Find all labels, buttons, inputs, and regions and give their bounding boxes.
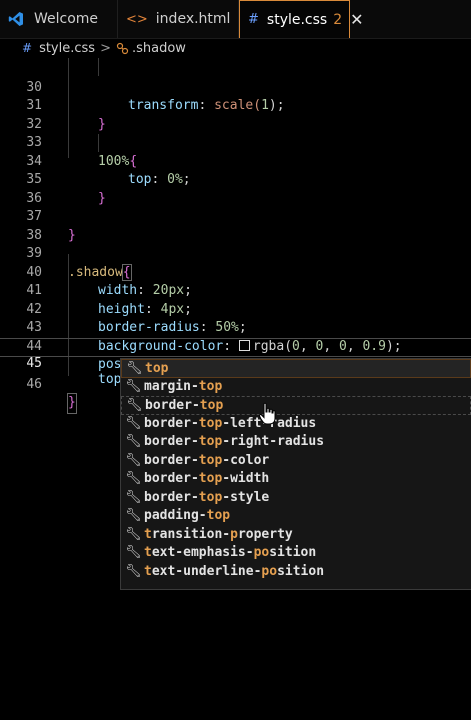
wrench-icon: 🔧︎ (125, 489, 142, 505)
code-line: 40 width: 20px; (26, 264, 192, 299)
vscode-logo-icon (8, 12, 23, 26)
wrench-icon: 🔧︎ (125, 563, 142, 579)
wrench-icon: 🔧︎ (125, 415, 142, 431)
suggestion-item[interactable]: 🔧︎ border-top-right-radius (121, 433, 471, 452)
suggestion-item[interactable]: 🔧︎ text-underline-position (121, 563, 471, 582)
breadcrumb: # style.css > .shadow (0, 38, 471, 58)
wrench-icon: 🔧︎ (125, 452, 142, 468)
wrench-icon: 🔧︎ (125, 471, 142, 486)
code-line: 38 (26, 227, 42, 243)
suggestion-item[interactable]: 🔧︎ transition-property (121, 526, 471, 545)
html-brackets-icon: <> (126, 11, 148, 27)
problems-badge: 2 (333, 11, 343, 28)
css-hash-icon: # (248, 12, 259, 27)
code-line: 34 top: 0%; (26, 153, 191, 188)
code-line: 41 height: 4px; (26, 283, 192, 317)
suggestion-item[interactable]: 🔧︎ margin-top (121, 378, 471, 397)
wrench-icon: 🔧︎ (126, 398, 143, 413)
hand-pointer-icon (258, 402, 276, 425)
tab-style-label: style.css (266, 11, 328, 28)
suggestion-item[interactable]: 🔧︎ text-emphasis-position (121, 544, 471, 563)
tab-index-html[interactable]: <> index.html (118, 0, 239, 38)
code-line: 43 background-color: rgba(0, 0, 0, 0.9); (26, 320, 402, 354)
suggestion-item[interactable]: 🔧︎ border-top-width (121, 470, 471, 489)
autocomplete-suggestions: 🔧︎ top 🔧︎ margin-top 🔧︎ border-top 🔧︎ border… (120, 358, 471, 590)
wrench-icon: 🔧︎ (125, 434, 142, 449)
code-line: 33 100%{ (26, 135, 138, 169)
css-selector-icon (116, 42, 129, 54)
code-line: 42 border-radius: 50%; (26, 301, 247, 336)
suggestion-item[interactable]: 🔧︎border-top-left-radius (121, 415, 471, 434)
wrench-icon: 🔧︎ (125, 526, 142, 542)
close-icon[interactable]: ✕ (350, 10, 363, 29)
css-hash-icon: # (22, 41, 33, 55)
suggestion-item[interactable]: 🔧︎ border-top-color (121, 452, 471, 471)
code-line: 36 (26, 190, 42, 206)
breadcrumb-symbol[interactable]: .shadow (132, 41, 186, 56)
code-line: 31 } (26, 98, 106, 132)
tab-welcome[interactable]: Welcome (0, 0, 118, 38)
code-line: 35 } (26, 172, 106, 206)
wrench-icon: 🔧︎ (125, 545, 142, 560)
breadcrumb-separator: > (100, 40, 111, 56)
breadcrumb-file[interactable]: style.css (39, 41, 95, 56)
suggestion-item[interactable]: 🔧︎ top (121, 359, 471, 378)
tab-style-css[interactable]: # style.css 2 ✕ (239, 0, 364, 38)
tab-index-label: index.html (155, 11, 231, 27)
wrench-icon: 🔧︎ (125, 378, 142, 394)
code-line: 39 .shadow{ (26, 246, 132, 281)
code-line: 30 transform: scale(1); (26, 79, 285, 114)
suggestion-item[interactable]: 🔧︎ border-top (121, 396, 471, 415)
editor-tab-bar: Welcome <> index.html # style.css 2 ✕ (0, 0, 471, 39)
suggestion-item[interactable]: 🔧︎ padding-top (121, 507, 471, 526)
code-line: 44 position: absolute; (26, 338, 246, 373)
wrench-icon: 🔧︎ (126, 361, 143, 376)
tab-welcome-label: Welcome (34, 11, 99, 27)
code-line: 37 } (26, 209, 76, 243)
suggestion-item[interactable]: 🔧︎ border-top-style (121, 489, 471, 508)
vscode-window: Welcome <> index.html # style.css 2 ✕ # … (0, 0, 471, 720)
wrench-icon: 🔧︎ (125, 508, 142, 523)
current-code-line[interactable]: 45 top (0, 338, 471, 387)
code-line: 32 (26, 116, 42, 132)
